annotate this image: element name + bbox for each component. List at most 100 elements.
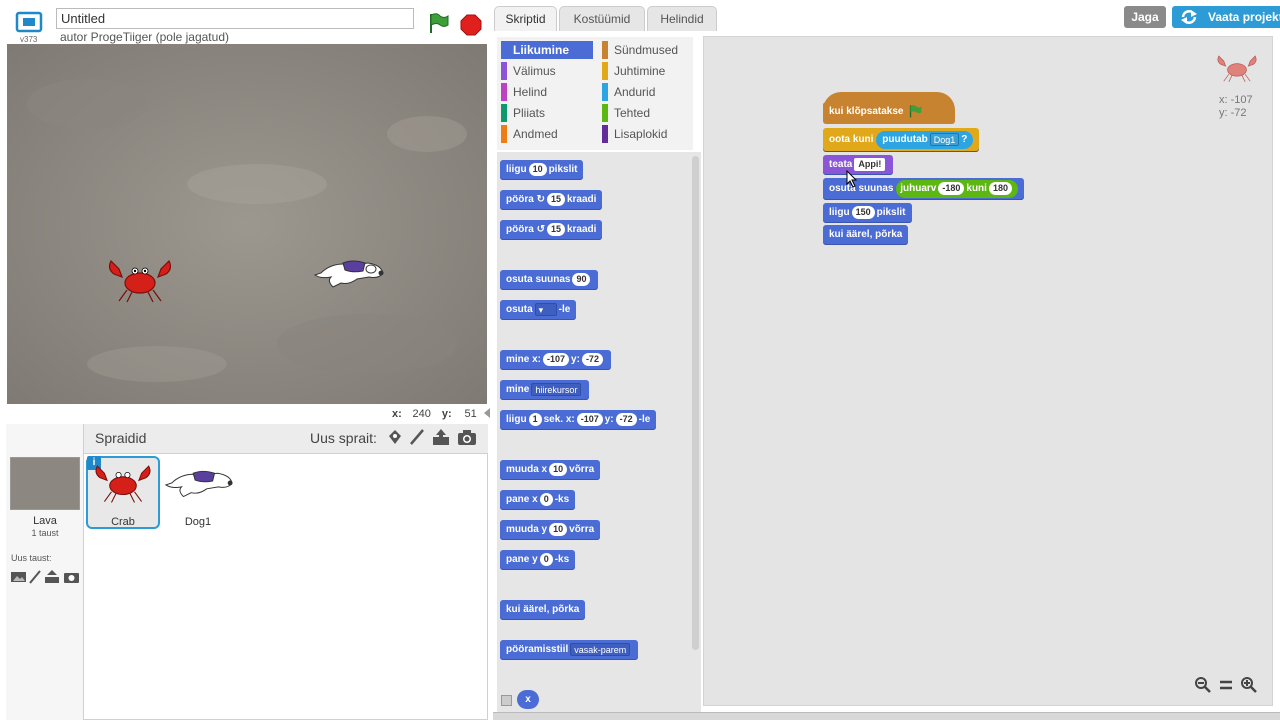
script-move-steps[interactable]: liigu 150 pikslit — [823, 203, 912, 223]
block-dropdown[interactable]: vasak-parem — [570, 642, 631, 656]
block-bounce[interactable]: kui äärel, põrka — [500, 600, 586, 620]
reporter-checkbox[interactable] — [501, 695, 512, 706]
crab-sprite[interactable] — [105, 255, 175, 305]
backdrop-paint-icon[interactable] — [29, 570, 41, 584]
category-pen[interactable]: Pliiats — [501, 104, 593, 122]
dog-thumbnail[interactable] — [164, 463, 234, 501]
backdrop-library-icon[interactable] — [11, 572, 26, 582]
paint-brush-icon[interactable] — [408, 428, 426, 446]
block-input[interactable]: 180 — [988, 181, 1012, 195]
block-text: kuni — [966, 183, 987, 194]
backpack-bar[interactable] — [493, 712, 1280, 720]
block-input[interactable]: 1 — [528, 412, 542, 426]
category-sensing[interactable]: Andurid — [602, 83, 694, 101]
block-move-steps[interactable]: liigu 10 pikslit — [500, 160, 584, 180]
block-change-y[interactable]: muuda y 10 võrra — [500, 520, 601, 540]
stop-icon[interactable] — [460, 14, 482, 36]
category-sound[interactable]: Helind — [501, 83, 593, 101]
fullscreen-icon[interactable] — [14, 10, 44, 34]
category-motion[interactable]: Liikumine — [501, 41, 593, 59]
share-button[interactable]: Jaga — [1124, 6, 1166, 28]
block-goto[interactable]: mine hiirekursor — [500, 380, 590, 400]
block-input[interactable]: 10 — [549, 462, 568, 476]
block-input[interactable]: -107 — [576, 412, 603, 426]
dog-sprite[interactable] — [313, 253, 385, 291]
block-input[interactable]: -107 — [543, 352, 570, 366]
category-label: Liikumine — [513, 43, 570, 57]
camera-icon[interactable] — [457, 429, 477, 447]
touching-block[interactable]: puudutab Dog1? — [876, 131, 974, 149]
new-backdrop-label: Uus taust: — [11, 553, 52, 563]
upload-icon[interactable] — [431, 428, 451, 446]
palette-scrollbar[interactable] — [692, 156, 699, 650]
random-block[interactable]: juhuarv -180 kuni 180 — [896, 180, 1018, 198]
zoom-out-icon[interactable] — [1194, 676, 1212, 694]
block-text: y: — [571, 354, 580, 365]
backdrop-tools — [11, 570, 79, 584]
block-text: võrra — [569, 464, 595, 475]
script-say[interactable]: teata Appi! — [823, 155, 894, 175]
sprite-library-icon[interactable] — [385, 428, 405, 446]
block-rotation-style[interactable]: pööramisstiil vasak-parem — [500, 640, 639, 660]
script-wait-until[interactable]: oota kuni puudutab Dog1? — [823, 128, 980, 152]
category-more-blocks[interactable]: Lisaplokid — [602, 125, 694, 143]
block-input[interactable]: 15 — [546, 222, 565, 236]
scripts-area[interactable] — [703, 36, 1273, 706]
block-text: kraadi — [566, 194, 597, 205]
block-input[interactable]: 10 — [528, 162, 547, 176]
block-input[interactable]: 10 — [549, 522, 568, 536]
block-input[interactable]: 90 — [572, 272, 591, 286]
block-input[interactable]: -180 — [938, 181, 965, 195]
block-x-position[interactable]: x — [517, 690, 539, 709]
category-label: Sündmused — [614, 43, 679, 57]
category-events[interactable]: Sündmused — [602, 41, 694, 59]
block-dropdown[interactable]: ▾ — [534, 302, 557, 316]
stage[interactable] — [7, 44, 487, 404]
backdrop-camera-icon[interactable] — [64, 573, 79, 583]
block-input[interactable]: 15 — [546, 192, 565, 206]
block-goto-xy[interactable]: mine x: -107 y: -72 — [500, 350, 611, 370]
category-label: Andmed — [513, 127, 558, 141]
project-title-input[interactable] — [56, 8, 414, 29]
tab-scripts[interactable]: Skriptid — [494, 6, 557, 31]
block-input[interactable]: Appi! — [854, 157, 886, 171]
author-label: autor ProgeTiiger (pole jagatud) — [60, 30, 229, 44]
block-dropdown[interactable]: Dog1 — [929, 132, 960, 146]
block-dropdown[interactable]: hiirekursor — [531, 382, 582, 396]
category-swatch — [501, 83, 507, 101]
block-input[interactable]: -72 — [581, 352, 603, 366]
stage-thumbnail[interactable] — [10, 457, 80, 510]
category-operators[interactable]: Tehted — [602, 104, 694, 122]
category-data[interactable]: Andmed — [501, 125, 593, 143]
block-set-x[interactable]: pane x 0 -ks — [500, 490, 576, 510]
block-input[interactable]: 150 — [851, 205, 875, 219]
stage-label: Lava — [33, 515, 57, 527]
block-set-y[interactable]: pane y 0 -ks — [500, 550, 576, 570]
zoom-reset-icon[interactable] — [1217, 676, 1235, 694]
rotate-left-icon: ↺ — [536, 224, 545, 235]
block-text: pikslit — [548, 164, 578, 175]
backdrop-upload-icon[interactable] — [45, 570, 59, 583]
green-flag-icon[interactable] — [427, 12, 449, 34]
block-change-x[interactable]: muuda x 10 võrra — [500, 460, 601, 480]
block-input[interactable]: 0 — [539, 492, 553, 506]
tab-sounds[interactable]: Helindid — [647, 6, 717, 31]
block-text: mine — [506, 384, 530, 395]
sprite-y: y: -72 — [1219, 107, 1247, 119]
block-text: muuda y — [506, 524, 548, 535]
view-project-button[interactable]: Vaata projekti — [1172, 6, 1280, 28]
block-point-direction[interactable]: osuta suunas 90 — [500, 270, 599, 290]
collapse-arrow-icon[interactable] — [484, 408, 490, 418]
block-turn-left[interactable]: pööra ↺ 15 kraadi — [500, 220, 603, 240]
block-input[interactable]: 0 — [539, 552, 553, 566]
script-when-flag-clicked[interactable]: kui klõpsatakse — [823, 102, 931, 122]
block-point-towards[interactable]: osuta ▾ -le — [500, 300, 577, 320]
tab-costumes[interactable]: Kostüümid — [559, 6, 645, 31]
zoom-in-icon[interactable] — [1240, 676, 1258, 694]
block-glide[interactable]: liigu 1 sek. x: -107 y: -72 -le — [500, 410, 657, 430]
block-input[interactable]: -72 — [615, 412, 637, 426]
script-bounce[interactable]: kui äärel, põrka — [823, 225, 909, 245]
category-looks[interactable]: Välimus — [501, 62, 593, 80]
category-control[interactable]: Juhtimine — [602, 62, 694, 80]
block-turn-right[interactable]: pööra ↻ 15 kraadi — [500, 190, 603, 210]
